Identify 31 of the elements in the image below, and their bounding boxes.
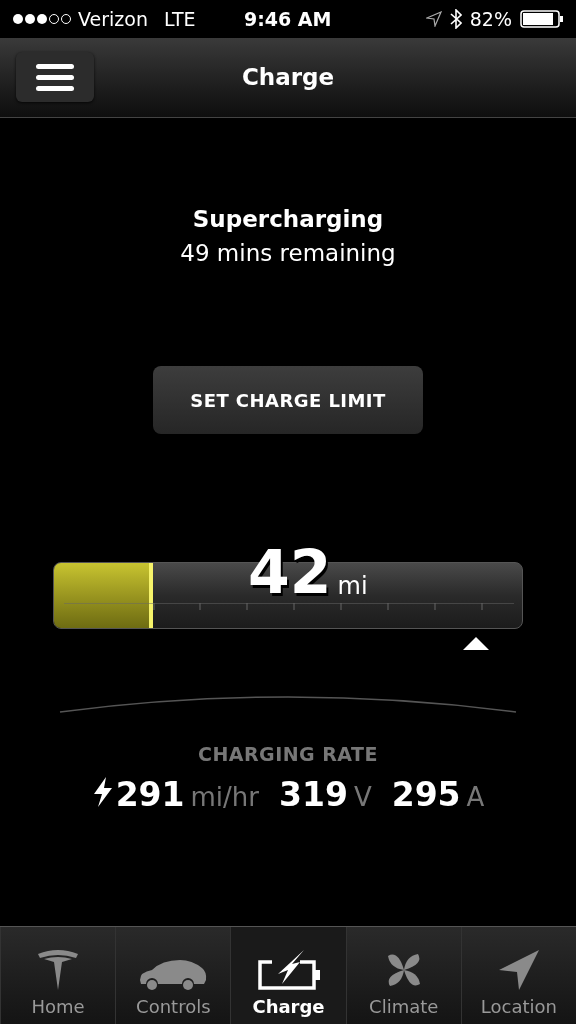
battery-charging-icon	[255, 950, 322, 992]
bluetooth-icon	[449, 9, 462, 29]
charging-status: Supercharging	[192, 205, 384, 234]
menu-button[interactable]	[16, 52, 94, 102]
rate-unit: A	[466, 780, 485, 814]
range-value: 42	[248, 540, 332, 604]
battery-percent: 82%	[469, 6, 512, 32]
charging-rate-label: CHARGING RATE	[198, 742, 378, 767]
network-type: LTE	[163, 6, 196, 32]
rate-unit: mi/hr	[190, 780, 259, 814]
battery-icon	[520, 9, 564, 29]
charge-limit-marker[interactable]	[463, 637, 489, 650]
screen-title: Charge	[241, 63, 335, 93]
signal-icon	[12, 13, 74, 25]
location-arrow-icon	[425, 11, 442, 27]
set-charge-limit-button[interactable]: SET CHARGE LIMIT	[153, 366, 423, 434]
range-unit: mi	[337, 571, 368, 602]
time-remaining: 49 mins remaining	[180, 239, 396, 268]
rate-unit: V	[353, 780, 372, 814]
menu-icon	[35, 62, 75, 92]
carrier-name: Verizon	[78, 6, 148, 32]
lightning-icon	[91, 776, 114, 807]
rate-value: 291	[115, 774, 185, 815]
rate-value: 295	[391, 774, 461, 815]
tab[interactable]: Controls	[115, 927, 231, 1024]
tab[interactable]: Charge	[230, 927, 346, 1024]
tab[interactable]: Home	[0, 927, 116, 1024]
tab[interactable]: Climate	[345, 927, 461, 1024]
tab[interactable]: Location	[460, 927, 576, 1024]
clock: 9:46 AM	[244, 6, 332, 32]
rate-value: 319	[279, 774, 348, 815]
